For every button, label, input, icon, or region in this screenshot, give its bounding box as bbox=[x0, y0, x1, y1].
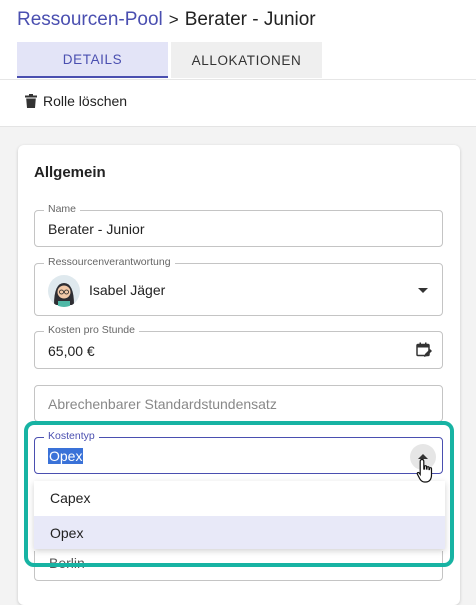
tab-allokationen[interactable]: ALLOKATIONEN bbox=[171, 42, 322, 78]
section-title: Allgemein bbox=[34, 164, 106, 181]
owner-select-label: Ressourcenverantwortung bbox=[44, 256, 175, 268]
cost-field-value: 65,00 € bbox=[48, 343, 95, 359]
rate-field-placeholder: Abrechenbarer Standardstundensatz bbox=[48, 396, 277, 412]
rate-field[interactable]: Abrechenbarer Standardstundensatz bbox=[34, 385, 443, 422]
top-bar: Ressourcen-Pool > Berater - Junior DETAI… bbox=[0, 0, 476, 126]
cost-field-label: Kosten pro Stunde bbox=[44, 324, 139, 336]
tabs-divider bbox=[0, 79, 476, 80]
owner-select-value: Isabel Jäger bbox=[89, 282, 166, 298]
calendar-edit-icon[interactable] bbox=[416, 342, 432, 358]
name-field-value: Berater - Junior bbox=[48, 221, 145, 237]
chevron-down-icon[interactable] bbox=[418, 288, 428, 293]
tab-details[interactable]: DETAILS bbox=[17, 42, 168, 78]
delete-role-label: Rolle löschen bbox=[43, 93, 128, 109]
breadcrumb-separator: > bbox=[168, 10, 179, 29]
name-field[interactable]: Name Berater - Junior bbox=[34, 203, 443, 247]
page-title: Berater - Junior bbox=[184, 9, 316, 30]
tab-bar: DETAILS ALLOKATIONEN bbox=[17, 42, 322, 78]
hand-cursor-icon bbox=[416, 458, 433, 483]
trash-icon bbox=[25, 94, 37, 108]
breadcrumb: Ressourcen-Pool > Berater - Junior bbox=[17, 9, 316, 31]
owner-select[interactable]: Ressourcenverantwortung Isabel Jäger bbox=[34, 256, 443, 316]
cost-field[interactable]: Kosten pro Stunde 65,00 € bbox=[34, 324, 443, 369]
breadcrumb-parent-link[interactable]: Ressourcen-Pool bbox=[17, 9, 163, 31]
avatar bbox=[48, 275, 80, 307]
name-field-label: Name bbox=[44, 203, 81, 215]
toolbar-divider bbox=[0, 126, 476, 127]
delete-role-button[interactable]: Rolle löschen bbox=[25, 93, 127, 109]
focus-highlight bbox=[24, 421, 454, 567]
